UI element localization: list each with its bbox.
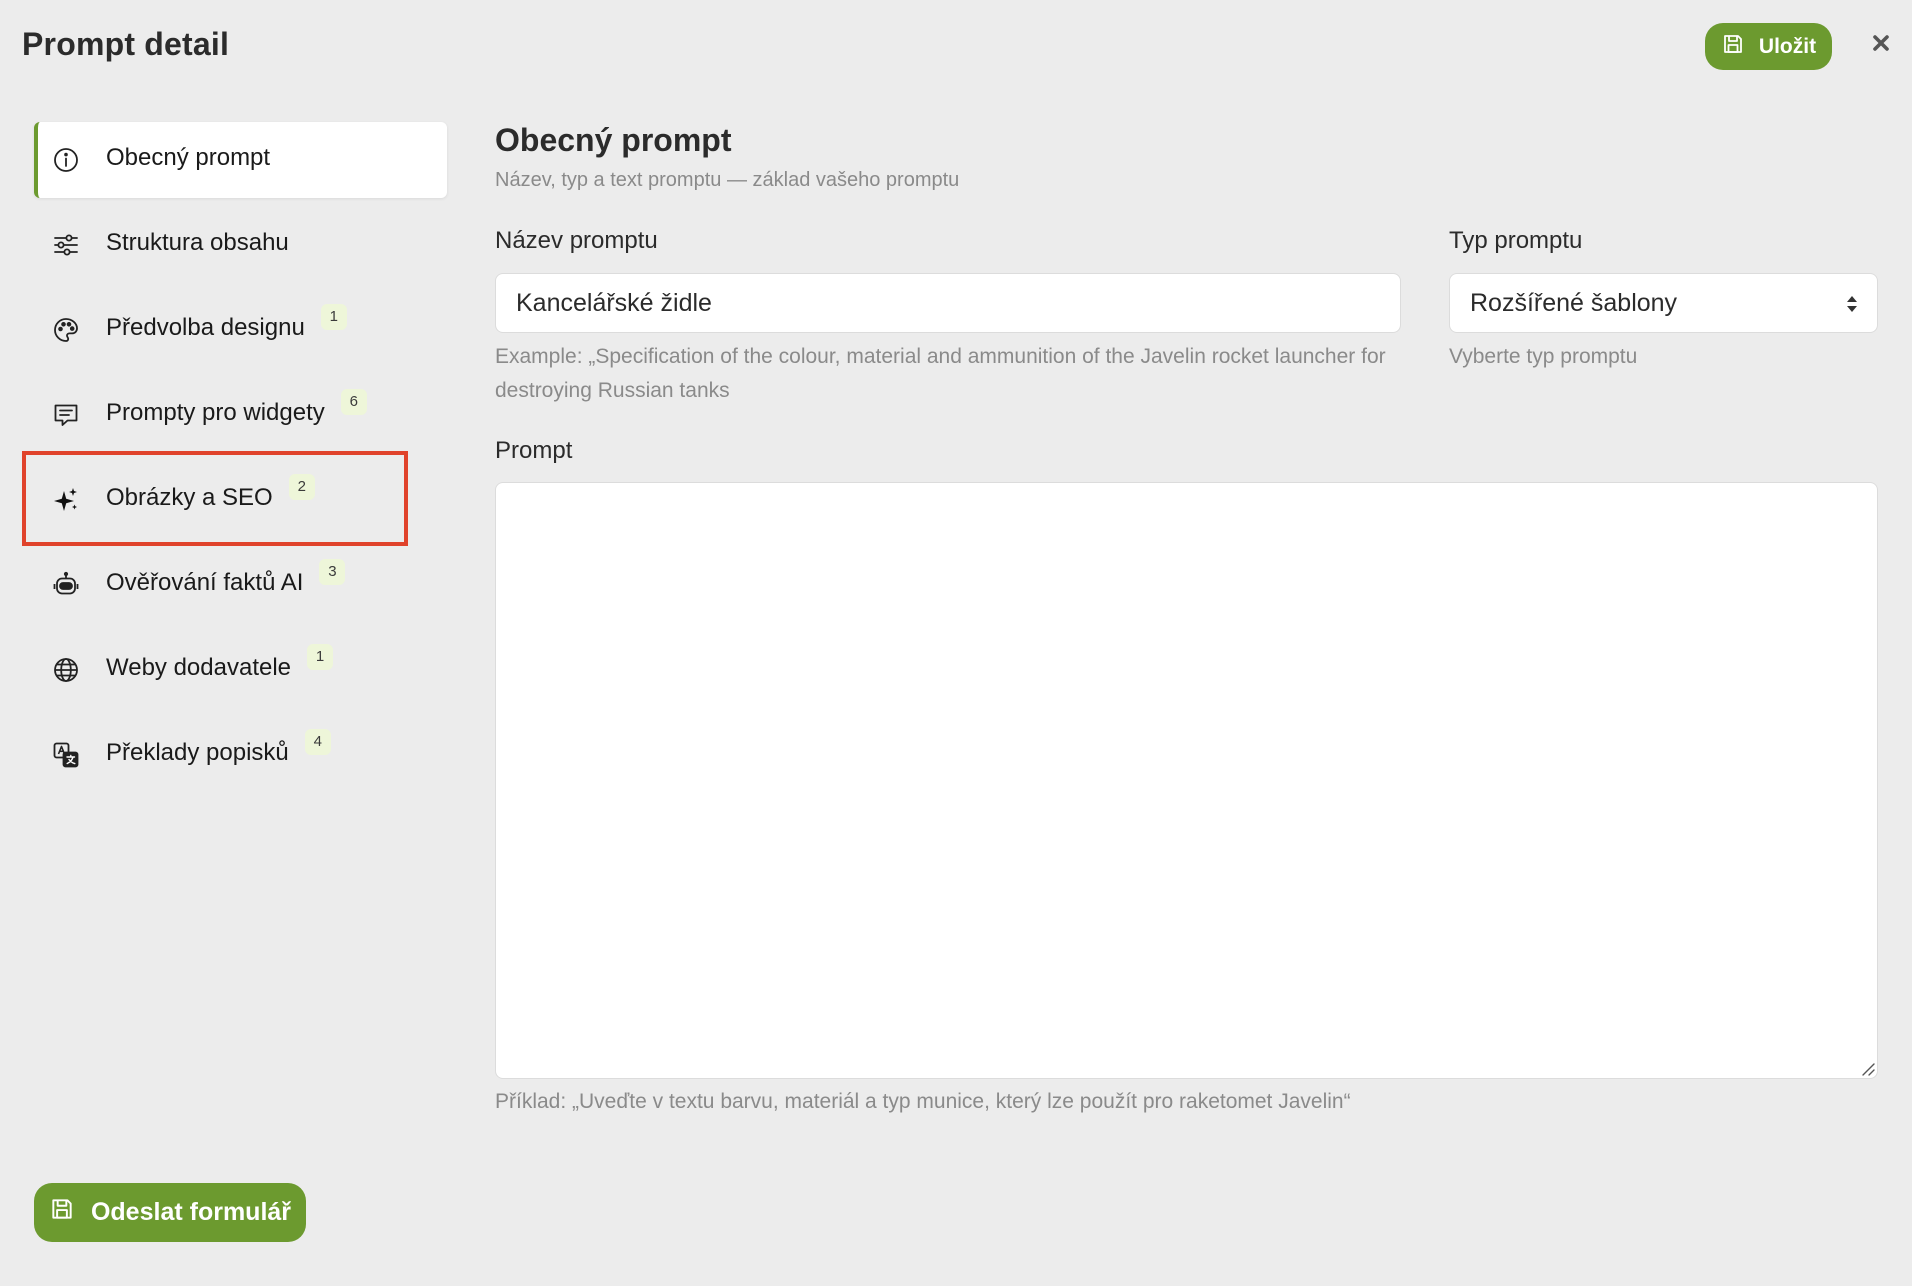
prompt-text-hint: Příklad: „Uveďte v textu barvu, materiál… xyxy=(495,1090,1351,1113)
sidebar-item-label: Struktura obsahu xyxy=(106,229,289,256)
sidebar-item-prompty-pro-widgety[interactable]: Prompty pro widgety 6 xyxy=(34,377,447,453)
section-title: Obecný prompt xyxy=(495,122,732,158)
prompt-detail-page: Prompt detail Uložit Obecný prompt Struk… xyxy=(0,0,1912,1286)
sidebar-item-label: Weby dodavatele 1 xyxy=(106,644,334,684)
info-icon xyxy=(52,146,80,174)
floppy-disk-icon xyxy=(1721,32,1745,62)
prompt-type-select[interactable]: Rozšířené šablony xyxy=(1449,273,1878,333)
sidebar-item-label: Obrázky a SEO 2 xyxy=(106,474,315,514)
save-button-label: Uložit xyxy=(1758,34,1817,58)
count-badge: 4 xyxy=(304,729,331,755)
robot-icon xyxy=(52,571,80,599)
count-badge: 6 xyxy=(340,389,367,415)
sidebar-item-preklady-popisku[interactable]: Překlady popisků 4 xyxy=(34,717,447,793)
prompt-type-hint: Vyberte typ promptu xyxy=(1449,345,1638,368)
sidebar-item-label: Prompty pro widgety 6 xyxy=(106,389,367,429)
sidebar-item-label: Ověřování faktů AI 3 xyxy=(106,559,346,599)
count-badge: 1 xyxy=(320,304,347,330)
close-icon xyxy=(1871,33,1891,58)
translate-icon xyxy=(52,741,80,769)
prompt-text-label: Prompt xyxy=(495,437,573,464)
floppy-disk-icon xyxy=(49,1196,75,1229)
prompt-name-label: Název promptu xyxy=(495,227,658,254)
count-badge: 3 xyxy=(319,559,346,585)
sidebar-item-predvolba-designu[interactable]: Předvolba designu 1 xyxy=(34,292,447,368)
palette-icon xyxy=(52,316,80,344)
prompt-type-value: Rozšířené šablony xyxy=(1470,288,1678,317)
sidebar-item-overovani-faktu-ai[interactable]: Ověřování faktů AI 3 xyxy=(34,547,447,623)
resize-handle-icon[interactable] xyxy=(1860,1061,1876,1077)
select-arrows-icon xyxy=(1845,294,1859,314)
prompt-name-input[interactable] xyxy=(495,273,1401,333)
prompt-name-hint: Example: „Specification of the colour, m… xyxy=(495,345,1386,402)
close-button[interactable] xyxy=(1866,30,1896,60)
sidebar-item-weby-dodavatele[interactable]: Weby dodavatele 1 xyxy=(34,632,447,708)
count-badge: 2 xyxy=(288,474,315,500)
prompt-type-label: Typ promptu xyxy=(1449,227,1583,254)
count-badge: 1 xyxy=(307,644,334,670)
sidebar-item-obecny-prompt[interactable]: Obecný prompt xyxy=(34,122,447,198)
save-button[interactable]: Uložit xyxy=(1705,23,1832,70)
globe-icon xyxy=(52,656,80,684)
sidebar-item-label: Obecný prompt xyxy=(106,144,271,171)
section-subtitle: Název, typ a text promptu — základ vašeh… xyxy=(495,169,960,191)
message-icon xyxy=(52,401,80,429)
sidebar-item-struktura-obsahu[interactable]: Struktura obsahu xyxy=(34,207,447,283)
submit-form-button[interactable]: Odeslat formulář xyxy=(34,1183,306,1242)
sparkles-icon xyxy=(52,486,80,514)
submit-form-label: Odeslat formulář xyxy=(90,1198,292,1226)
sidebar-item-obrazky-a-seo[interactable]: Obrázky a SEO 2 xyxy=(34,462,447,538)
sidebar-nav: Obecný prompt Struktura obsahu Předvolba… xyxy=(0,0,460,1286)
sidebar-item-label: Předvolba designu 1 xyxy=(106,304,347,344)
prompt-textarea[interactable] xyxy=(495,482,1878,1079)
sliders-icon xyxy=(52,231,80,259)
sidebar-item-label: Překlady popisků 4 xyxy=(106,729,331,769)
